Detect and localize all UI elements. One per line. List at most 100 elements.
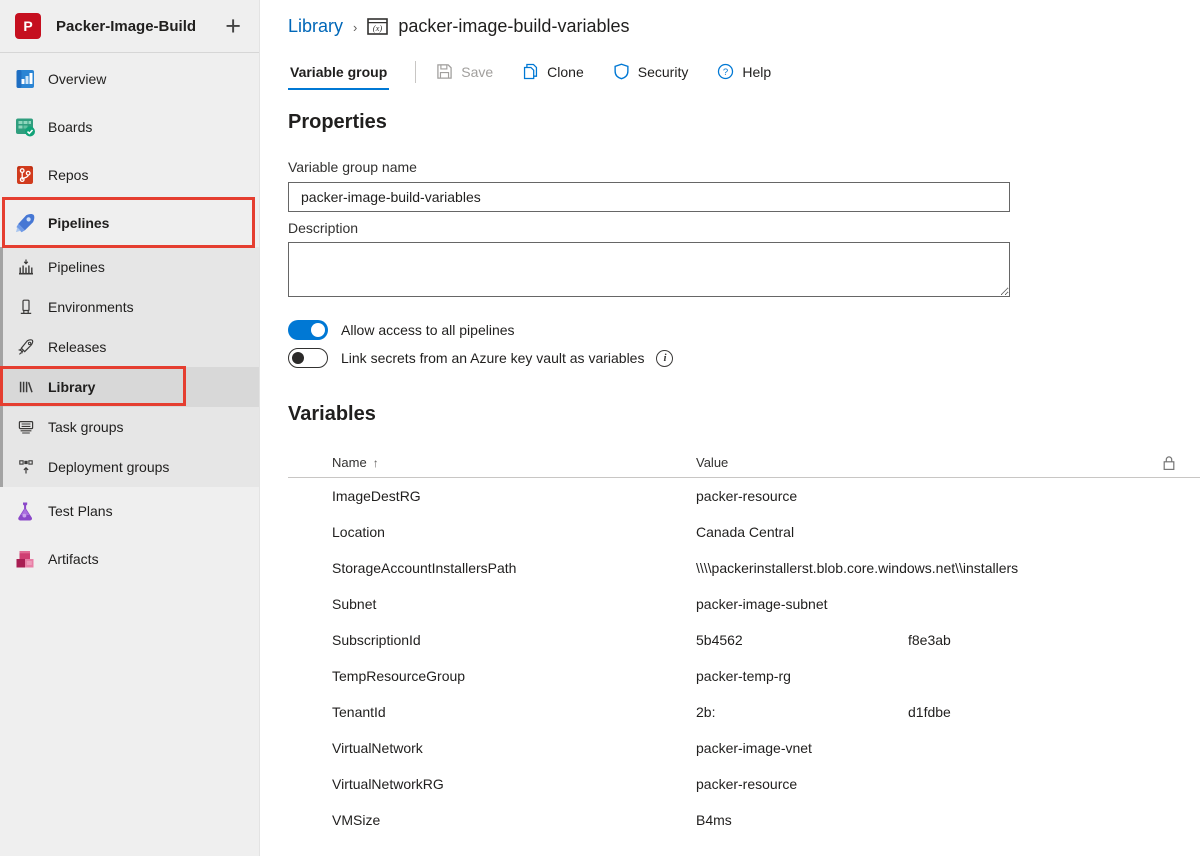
toggle-knob bbox=[292, 352, 304, 364]
name-column-label: Name bbox=[332, 455, 367, 470]
add-project-item-button[interactable]: + bbox=[225, 16, 241, 36]
variable-value-segment: packer-temp-rg bbox=[696, 668, 791, 684]
variable-value-segment: 2b: bbox=[696, 704, 908, 720]
deployment-groups-icon bbox=[17, 458, 35, 476]
table-row[interactable]: TenantId2b:d1fdbe bbox=[288, 694, 1200, 730]
sidebar-item-pipelines[interactable]: Pipelines bbox=[0, 199, 259, 247]
sidebar-item-label: Library bbox=[48, 379, 95, 395]
sidebar-item-label: Pipelines bbox=[48, 259, 105, 275]
sidebar-item-label: Releases bbox=[48, 339, 106, 355]
project-logo: P bbox=[15, 13, 41, 39]
allow-access-label: Allow access to all pipelines bbox=[341, 322, 515, 338]
boards-icon bbox=[13, 115, 37, 139]
table-row[interactable]: VirtualNetworkpacker-image-vnet bbox=[288, 730, 1200, 766]
variable-group-icon: (x) bbox=[367, 18, 388, 35]
sidebar-item-overview[interactable]: Overview bbox=[0, 55, 259, 103]
table-row[interactable]: VMSizeB4ms bbox=[288, 802, 1200, 838]
variable-name: Location bbox=[332, 524, 696, 540]
table-row[interactable]: TempResourceGrouppacker-temp-rg bbox=[288, 658, 1200, 694]
variable-name: TempResourceGroup bbox=[332, 668, 696, 684]
clone-button[interactable]: Clone bbox=[522, 63, 584, 80]
sidebar-item-artifacts[interactable]: Artifacts bbox=[0, 535, 259, 583]
info-icon[interactable]: i bbox=[656, 350, 673, 367]
sidebar-item-environments[interactable]: Environments bbox=[0, 287, 259, 327]
sidebar-nav-bottom: Test PlansArtifacts bbox=[0, 487, 259, 583]
variable-value-segment: d1fdbe bbox=[908, 704, 951, 720]
description-label: Description bbox=[288, 220, 358, 236]
project-sidebar: P Packer-Image-Build + Overview Boards Rep… bbox=[0, 0, 260, 856]
help-button[interactable]: ?Help bbox=[717, 63, 771, 80]
sidebar-item-pipelines[interactable]: Pipelines bbox=[0, 247, 259, 287]
pipelines-icon bbox=[13, 211, 37, 235]
sidebar-item-label: Pipelines bbox=[48, 215, 109, 231]
sidebar-nav-top: Overview Boards Repos Pipelines bbox=[0, 55, 259, 247]
variable-group-name-input[interactable] bbox=[288, 182, 1010, 212]
sidebar-item-library[interactable]: Library bbox=[0, 367, 259, 407]
sort-ascending-icon: ↑ bbox=[373, 456, 379, 470]
variable-name: StorageAccountInstallersPath bbox=[332, 560, 696, 576]
sidebar-item-test-plans[interactable]: Test Plans bbox=[0, 487, 259, 535]
link-secrets-toggle-row: Link secrets from an Azure key vault as … bbox=[288, 347, 673, 369]
variable-value: \\\\packerinstallerst.blob.core.windows.… bbox=[696, 560, 1200, 576]
variable-value-segment: \\\\packerinstallerst.blob.core.windows.… bbox=[696, 560, 1018, 576]
project-name[interactable]: Packer-Image-Build bbox=[56, 18, 225, 35]
table-row[interactable]: LocationCanada Central bbox=[288, 514, 1200, 550]
breadcrumb: Library › (x) packer-image-build-variabl… bbox=[288, 16, 629, 37]
tab-bar: Variable group Save Clone Security ?Help bbox=[288, 53, 800, 90]
link-secrets-label: Link secrets from an Azure key vault as … bbox=[341, 350, 644, 366]
variable-value-segment: packer-resource bbox=[696, 488, 797, 504]
sidebar-item-task-groups[interactable]: Task groups bbox=[0, 407, 259, 447]
lock-icon bbox=[1162, 455, 1176, 471]
variable-value: Canada Central bbox=[696, 524, 1200, 540]
column-header-name[interactable]: Name ↑ bbox=[332, 455, 696, 470]
variable-value-segment: f8e3ab bbox=[908, 632, 951, 648]
table-row[interactable]: ImageDestRGpacker-resource bbox=[288, 478, 1200, 514]
variable-name: ImageDestRG bbox=[332, 488, 696, 504]
allow-access-toggle-row: Allow access to all pipelines bbox=[288, 319, 515, 341]
variable-name: VirtualNetwork bbox=[332, 740, 696, 756]
column-header-value[interactable]: Value bbox=[696, 455, 1162, 470]
table-row[interactable]: StorageAccountInstallersPath\\\\packerin… bbox=[288, 550, 1200, 586]
table-row[interactable]: VirtualNetworkRGpacker-resource bbox=[288, 766, 1200, 802]
variables-table: Name ↑ Value ImageDestRGpacker-resourceL… bbox=[288, 448, 1200, 838]
svg-text:?: ? bbox=[723, 67, 728, 78]
project-header: P Packer-Image-Build + bbox=[0, 0, 259, 52]
save-button[interactable]: Save bbox=[436, 63, 493, 80]
toolbar-divider bbox=[415, 61, 416, 83]
svg-text:(x): (x) bbox=[373, 23, 383, 33]
security-button[interactable]: Security bbox=[613, 63, 689, 80]
allow-access-toggle[interactable] bbox=[288, 320, 328, 340]
repos-icon bbox=[13, 163, 37, 187]
table-row[interactable]: SubscriptionId5b4562f8e3ab bbox=[288, 622, 1200, 658]
tab-variable-group[interactable]: Variable group bbox=[288, 53, 389, 90]
sidebar-item-releases[interactable]: Releases bbox=[0, 327, 259, 367]
save-icon bbox=[436, 63, 453, 80]
variable-name: TenantId bbox=[332, 704, 696, 720]
properties-heading: Properties bbox=[288, 111, 387, 134]
library-icon bbox=[17, 378, 35, 396]
variable-value-segment: packer-image-subnet bbox=[696, 596, 828, 612]
variables-heading: Variables bbox=[288, 403, 376, 426]
toggle-knob bbox=[311, 323, 325, 337]
table-row[interactable]: Subnetpacker-image-subnet bbox=[288, 586, 1200, 622]
subnav-scrollbar[interactable] bbox=[0, 247, 3, 487]
breadcrumb-library-link[interactable]: Library bbox=[288, 16, 343, 37]
variable-value-segment: Canada Central bbox=[696, 524, 794, 540]
artifacts-icon bbox=[13, 547, 37, 571]
variable-name: Subnet bbox=[332, 596, 696, 612]
variable-value: 5b4562f8e3ab bbox=[696, 632, 1200, 648]
action-label: Security bbox=[638, 64, 689, 80]
sidebar-item-boards[interactable]: Boards bbox=[0, 103, 259, 151]
sidebar-item-label: Repos bbox=[48, 167, 88, 183]
help-icon: ? bbox=[717, 63, 734, 80]
variable-group-name-label: Variable group name bbox=[288, 159, 417, 175]
description-textarea[interactable] bbox=[288, 242, 1010, 297]
sidebar-item-repos[interactable]: Repos bbox=[0, 151, 259, 199]
sidebar-item-label: Overview bbox=[48, 71, 106, 87]
sidebar-item-deployment-groups[interactable]: Deployment groups bbox=[0, 447, 259, 487]
variable-name: VirtualNetworkRG bbox=[332, 776, 696, 792]
page-title: packer-image-build-variables bbox=[398, 16, 629, 37]
sidebar-item-label: Boards bbox=[48, 119, 92, 135]
link-secrets-toggle[interactable] bbox=[288, 348, 328, 368]
sidebar-item-label: Environments bbox=[48, 299, 134, 315]
